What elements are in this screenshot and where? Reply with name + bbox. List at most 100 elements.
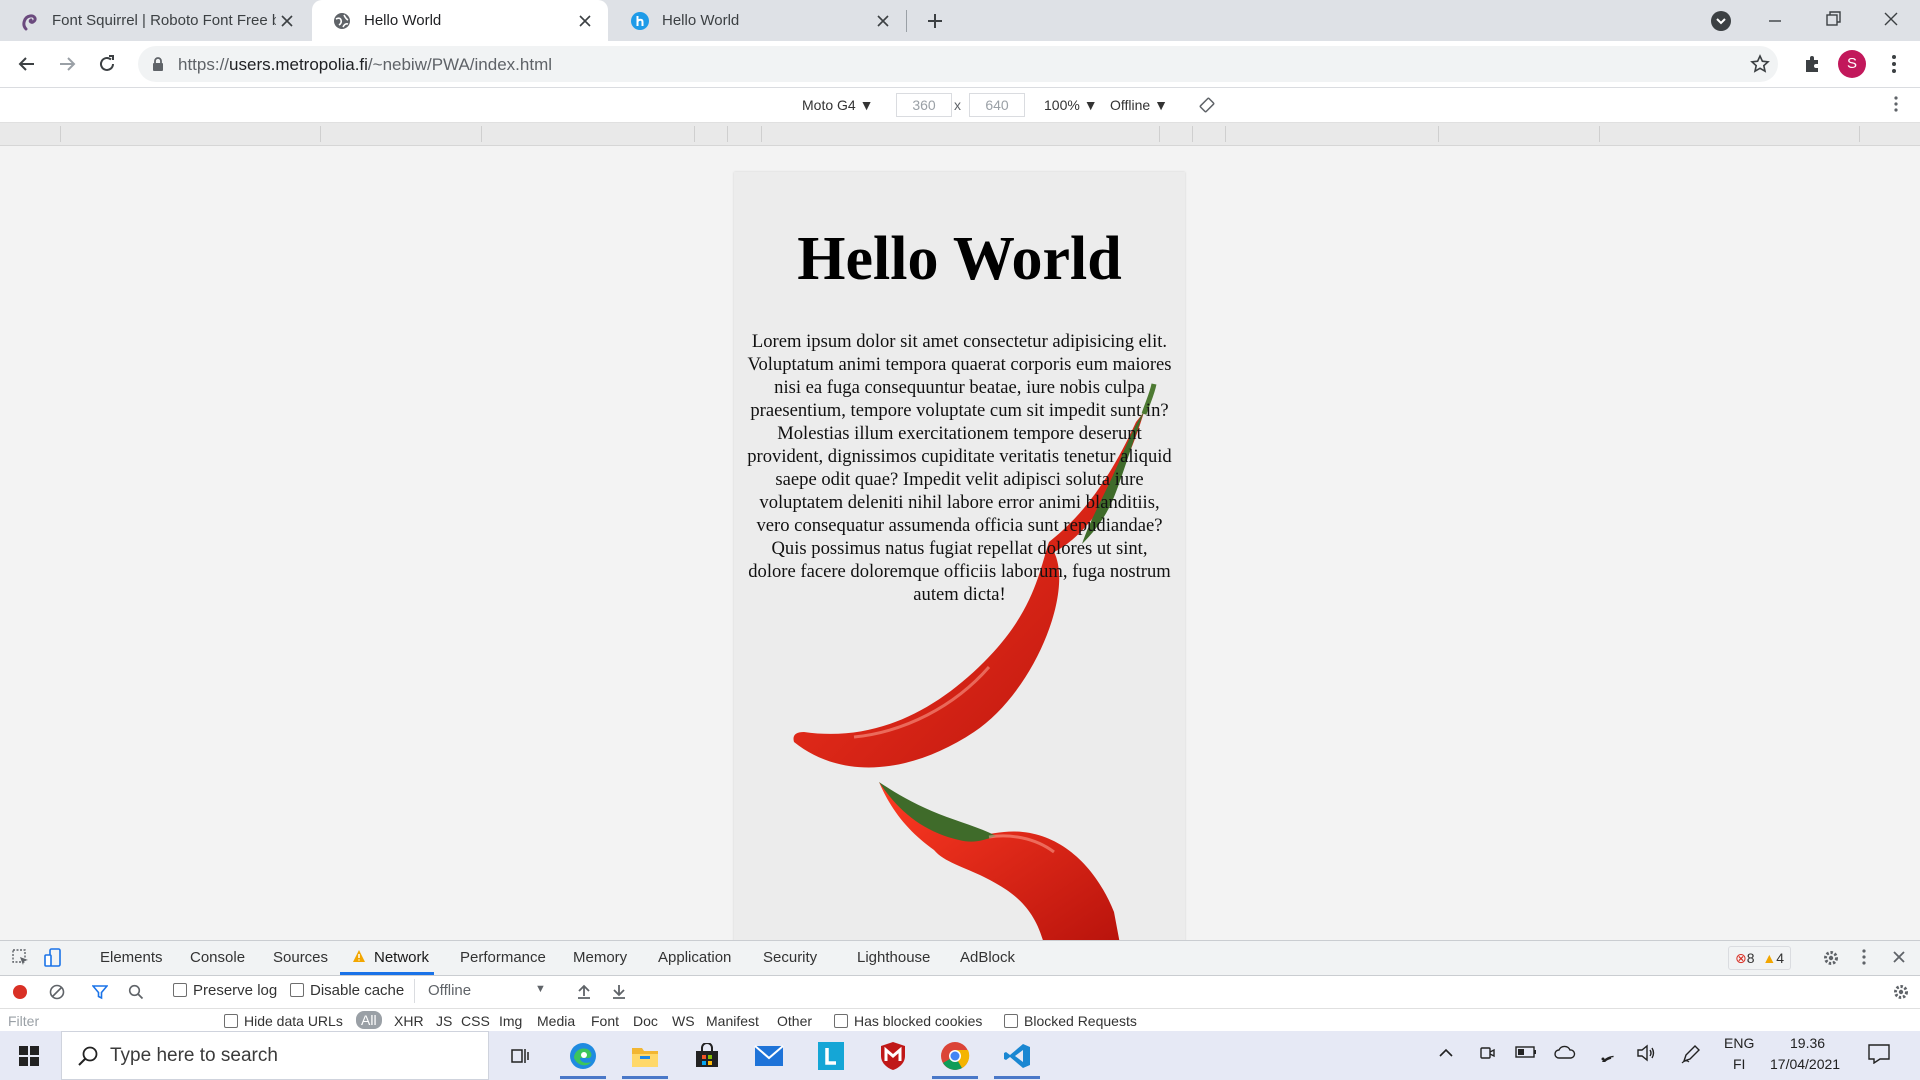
mail-icon[interactable] — [752, 1039, 786, 1073]
tab-hello-world-active[interactable]: Hello World — [312, 0, 608, 41]
forward-button[interactable] — [53, 50, 81, 78]
devtools-tab-sources[interactable]: Sources — [273, 949, 328, 966]
filter-icon[interactable] — [92, 984, 108, 1000]
clock-date[interactable]: 17/04/2021 — [1770, 1056, 1840, 1072]
meet-now-icon[interactable] — [1478, 1044, 1496, 1062]
rotate-icon[interactable] — [1198, 96, 1216, 114]
warning-icon — [352, 949, 366, 963]
type-filter-other[interactable]: Other — [777, 1013, 812, 1029]
vscode-icon[interactable] — [1000, 1039, 1034, 1073]
microsoft-store-icon[interactable] — [690, 1039, 724, 1073]
close-devtools-icon[interactable] — [1892, 950, 1906, 964]
disable-cache-checkbox[interactable]: Disable cache — [290, 982, 404, 999]
show-hidden-icons-chevron-icon[interactable] — [1438, 1045, 1454, 1061]
address-bar[interactable]: https://users.metropolia.fi/~nebiw/PWA/i… — [138, 46, 1778, 82]
type-filter-css[interactable]: CSS — [461, 1013, 490, 1029]
devtools-tab-lighthouse[interactable]: Lighthouse — [857, 949, 930, 966]
notifications-icon[interactable] — [1868, 1044, 1890, 1064]
throttling-select[interactable]: Offline ▼ — [414, 979, 549, 1003]
export-har-icon[interactable] — [611, 983, 627, 999]
close-icon[interactable] — [276, 10, 298, 32]
l-app-icon[interactable] — [814, 1039, 848, 1073]
page-heading: Hello World — [797, 225, 1122, 293]
type-filter-img[interactable]: Img — [499, 1013, 522, 1029]
reload-button[interactable] — [93, 50, 121, 78]
blocked-requests-label: Blocked Requests — [1024, 1013, 1137, 1029]
devtools-tab-memory[interactable]: Memory — [573, 949, 627, 966]
device-toggle-icon[interactable] — [44, 948, 62, 968]
volume-icon[interactable] — [1636, 1044, 1656, 1062]
pen-workspace-icon[interactable] — [1681, 1044, 1701, 1064]
devtools-tab-elements[interactable]: Elements — [100, 949, 163, 966]
windows-start-icon[interactable] — [19, 1046, 39, 1066]
devtools-tab-network[interactable]: Network — [374, 949, 429, 966]
type-filter-manifest[interactable]: Manifest — [706, 1013, 759, 1029]
devtools-tab-security[interactable]: Security — [763, 949, 817, 966]
back-button[interactable] — [13, 50, 41, 78]
type-filter-media[interactable]: Media — [537, 1013, 575, 1029]
avatar: S — [1838, 50, 1866, 78]
search-icon[interactable] — [128, 984, 144, 1000]
minimize-button[interactable] — [1766, 12, 1784, 30]
has-blocked-cookies-checkbox[interactable]: Has blocked cookies — [834, 1013, 982, 1029]
devtools-tab-application[interactable]: Application — [658, 949, 731, 966]
devtools-tabbar: Elements Console Sources Network Perform… — [0, 941, 1920, 976]
file-explorer-icon[interactable] — [628, 1039, 662, 1073]
edge-browser-icon[interactable] — [566, 1039, 600, 1073]
device-select[interactable]: Moto G4 ▼ — [802, 97, 873, 113]
devtools-menu-icon[interactable] — [1862, 949, 1866, 965]
import-har-icon[interactable] — [576, 983, 592, 999]
tab-font-squirrel[interactable]: Font Squirrel | Roboto Font Free b — [0, 0, 310, 41]
profile-button[interactable]: S — [1838, 50, 1866, 78]
filter-input[interactable]: Filter — [8, 1013, 39, 1029]
restore-icon — [1826, 11, 1841, 26]
hide-data-urls-checkbox[interactable]: Hide data URLs — [224, 1013, 343, 1029]
chrome-icon[interactable] — [938, 1039, 972, 1073]
type-filter-doc[interactable]: Doc — [633, 1013, 658, 1029]
clock-time[interactable]: 19.36 — [1790, 1035, 1825, 1051]
new-tab-button[interactable] — [922, 8, 948, 34]
bookmark-star-icon[interactable] — [1750, 54, 1770, 74]
devtools-tab-adblock[interactable]: AdBlock — [960, 949, 1015, 966]
clear-icon[interactable] — [49, 984, 65, 1000]
device-height-input[interactable]: 640 — [969, 93, 1025, 117]
type-filter-xhr[interactable]: XHR — [394, 1013, 424, 1029]
devtools-tab-console[interactable]: Console — [190, 949, 245, 966]
issues-counter[interactable]: ⊗8 ▲4 — [1728, 946, 1792, 970]
devtools-tab-performance[interactable]: Performance — [460, 949, 546, 966]
menu-button[interactable] — [1880, 50, 1908, 78]
mcafee-shield-icon[interactable] — [876, 1039, 910, 1073]
blocked-requests-checkbox[interactable]: Blocked Requests — [1004, 1013, 1137, 1029]
input-region[interactable]: FI — [1733, 1056, 1745, 1072]
task-view-icon[interactable] — [503, 1039, 537, 1073]
throttle-select[interactable]: Offline ▼ — [1110, 97, 1168, 113]
inspect-element-icon[interactable] — [12, 949, 30, 967]
wifi-icon[interactable] — [1597, 1044, 1617, 1062]
close-icon[interactable] — [872, 10, 894, 32]
type-filter-ws[interactable]: WS — [672, 1013, 695, 1029]
close-icon[interactable] — [574, 10, 596, 32]
network-settings-gear-icon[interactable] — [1892, 983, 1910, 1001]
settings-gear-icon[interactable] — [1822, 949, 1840, 967]
type-filter-all[interactable]: All — [356, 1011, 382, 1029]
extensions-button[interactable] — [1798, 50, 1826, 78]
zoom-select[interactable]: 100% ▼ — [1044, 97, 1098, 113]
media-query-bar[interactable] — [0, 123, 1920, 146]
taskbar-search-box[interactable]: Type here to search — [61, 1031, 489, 1080]
record-icon[interactable] — [13, 985, 27, 999]
close-window-button[interactable] — [1882, 10, 1900, 28]
tab-strip: Font Squirrel | Roboto Font Free b Hello… — [0, 0, 1920, 41]
input-language[interactable]: ENG — [1724, 1035, 1754, 1051]
restore-button[interactable] — [1824, 10, 1842, 28]
device-toolbar-menu-icon[interactable] — [1894, 96, 1898, 112]
tab-hello-world[interactable]: Hello World — [610, 0, 906, 41]
device-toolbar: Moto G4 ▼ 360 x 640 100% ▼ Offline ▼ — [0, 88, 1920, 123]
type-filter-font[interactable]: Font — [591, 1013, 619, 1029]
type-filter-js[interactable]: JS — [436, 1013, 452, 1029]
onedrive-cloud-icon[interactable] — [1554, 1045, 1576, 1059]
preserve-log-checkbox[interactable]: Preserve log — [173, 982, 277, 999]
battery-icon[interactable] — [1515, 1045, 1537, 1059]
device-width-input[interactable]: 360 — [896, 93, 952, 117]
tab-search-button[interactable] — [1710, 10, 1732, 32]
url-host: users.metropolia.fi — [229, 55, 368, 74]
